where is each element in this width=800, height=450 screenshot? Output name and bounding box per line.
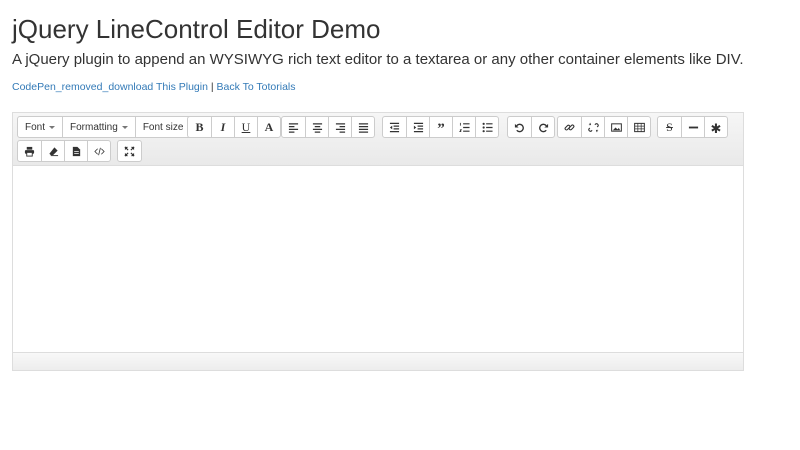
align-center-button[interactable] <box>305 117 328 137</box>
asterisk-icon: ✱ <box>710 120 722 136</box>
history-group <box>507 116 555 138</box>
italic-icon: I <box>220 119 226 134</box>
back-to-tutorials-link[interactable]: Back To Totorials <box>217 81 296 93</box>
unordered-list-icon <box>482 122 493 132</box>
undo-button[interactable] <box>508 117 531 137</box>
align-left-button[interactable] <box>282 117 305 137</box>
quote-icon: ” <box>437 120 445 137</box>
insert-link-button[interactable] <box>558 117 581 137</box>
justify-button[interactable] <box>351 117 374 137</box>
document-group <box>17 140 111 162</box>
source-code-button[interactable] <box>87 141 110 161</box>
outdent-button[interactable] <box>383 117 406 137</box>
undo-icon <box>514 123 524 132</box>
horizontal-rule-button[interactable] <box>681 117 704 137</box>
print-icon <box>24 146 35 157</box>
code-icon <box>93 147 105 155</box>
blockquote-button[interactable]: ” <box>429 117 452 137</box>
file-icon <box>72 146 80 156</box>
special-characters-button[interactable]: ✱ <box>704 117 727 137</box>
select-all-button[interactable] <box>64 141 87 161</box>
formatting-dropdown-label: Formatting <box>70 121 118 133</box>
outdent-icon <box>389 122 400 132</box>
formatting-dropdown[interactable]: Formatting <box>62 117 135 137</box>
justify-icon <box>358 122 368 133</box>
strikethrough-icon: S <box>666 119 673 134</box>
indent-icon <box>413 122 423 132</box>
redo-icon <box>538 123 548 132</box>
ordered-list-icon <box>458 122 470 132</box>
bold-icon: B <box>195 119 204 134</box>
link-icon <box>564 124 575 130</box>
align-right-icon <box>335 122 345 133</box>
editor-toolbar: Font Formatting Font size B I U A ” S ✱ <box>13 113 743 166</box>
image-icon <box>610 122 622 132</box>
unlink-button[interactable] <box>581 117 604 137</box>
chevron-down-icon <box>49 125 56 129</box>
table-icon <box>633 122 645 132</box>
font-size-dropdown-label: Font size <box>142 121 184 133</box>
unordered-list-button[interactable] <box>475 117 498 137</box>
editor-content-area[interactable] <box>13 166 743 352</box>
horizontal-rule-icon <box>688 126 698 128</box>
remove-formatting-button[interactable] <box>41 141 64 161</box>
text-style-group: B I U A <box>187 116 281 138</box>
align-left-icon <box>288 122 299 133</box>
block-format-group: ” <box>382 116 499 138</box>
editor-statusbar <box>13 352 743 370</box>
page-subtitle: A jQuery plugin to append an WYSIWYG ric… <box>12 51 744 68</box>
download-plugin-link[interactable]: CodePen_removed_download This Plugin <box>12 81 208 93</box>
underline-button[interactable]: U <box>234 117 257 137</box>
chevron-down-icon <box>121 125 128 129</box>
plugin-links: CodePen_removed_download This Plugin | B… <box>12 81 296 93</box>
redo-button[interactable] <box>531 117 554 137</box>
font-color-button[interactable]: A <box>257 117 280 137</box>
misc-group: S ✱ <box>657 116 728 138</box>
strikethrough-button[interactable]: S <box>658 117 681 137</box>
print-button[interactable] <box>18 141 41 161</box>
links-separator: | <box>210 81 214 93</box>
align-center-icon <box>312 122 322 133</box>
underline-icon: U <box>241 119 251 134</box>
font-dropdown-group: Font Formatting Font size <box>17 116 202 138</box>
bold-button[interactable]: B <box>188 117 211 137</box>
align-right-button[interactable] <box>328 117 351 137</box>
fullscreen-icon <box>124 145 135 157</box>
font-dropdown[interactable]: Font <box>18 117 62 137</box>
italic-button[interactable]: I <box>211 117 234 137</box>
indent-button[interactable] <box>406 117 429 137</box>
font-dropdown-label: Font <box>25 121 46 133</box>
page-title: jQuery LineControl Editor Demo <box>12 14 381 44</box>
rich-text-editor: Font Formatting Font size B I U A ” S ✱ <box>12 112 744 371</box>
ordered-list-button[interactable] <box>452 117 475 137</box>
view-group <box>117 140 142 162</box>
insert-table-button[interactable] <box>627 117 650 137</box>
alignment-group <box>281 116 375 138</box>
insert-group <box>557 116 651 138</box>
eraser-icon <box>48 146 58 156</box>
unlink-icon <box>587 122 599 132</box>
font-color-icon: A <box>264 119 274 134</box>
fullscreen-button[interactable] <box>118 141 141 161</box>
insert-image-button[interactable] <box>604 117 627 137</box>
